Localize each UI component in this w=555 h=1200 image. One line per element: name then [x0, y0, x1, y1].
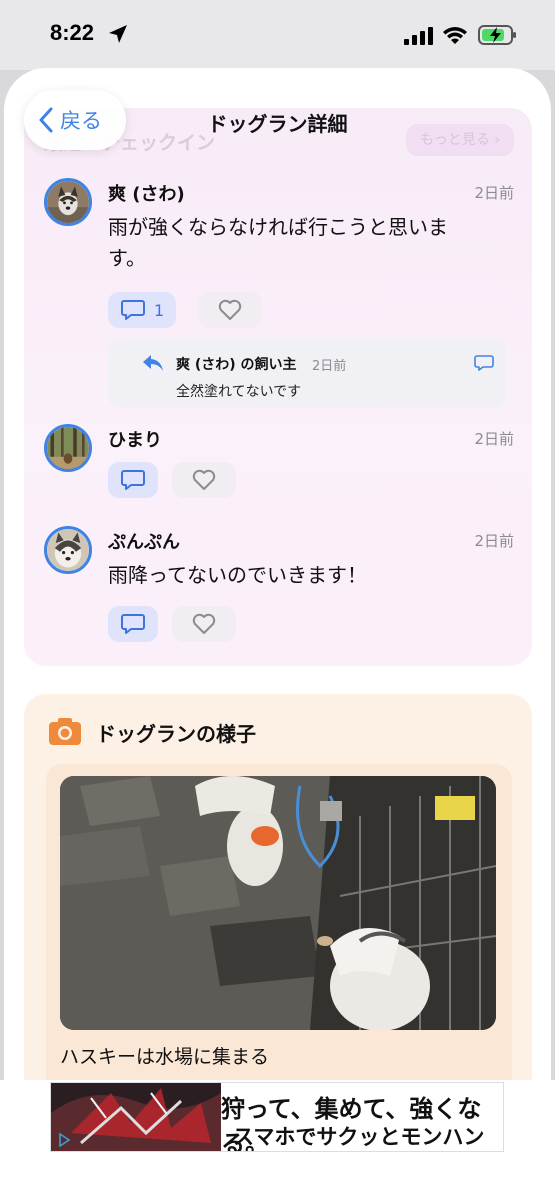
comment-item: ぷんぷん 2日前 雨降ってないのでいきます！ [44, 526, 514, 656]
comment-item: ひまり 2日前 [44, 424, 514, 514]
like-button[interactable] [172, 462, 236, 498]
back-label: 戻る [60, 109, 102, 133]
photo-caption: ハスキーは水場に集まる [60, 1046, 270, 1068]
dog-run-photo[interactable] [60, 776, 496, 1030]
avatar[interactable] [44, 526, 92, 574]
comment-text: 雨が強くならなければ行こうと思います。 [108, 215, 448, 270]
photo-card-title: ドッグランの様子 [96, 722, 256, 746]
heart-icon [192, 613, 216, 634]
reply-arrow-icon [143, 355, 163, 371]
avatar[interactable] [44, 424, 92, 472]
wifi-icon [443, 27, 467, 44]
reply-count: 1 [154, 300, 165, 320]
camera-icon [49, 718, 81, 745]
checkin-card: 最近のチェックイン もっと見る › 爽 (さわ) 2日前 雨が強くならなければ行… [24, 108, 532, 666]
reply-button[interactable] [108, 606, 158, 642]
speech-bubble-icon [121, 300, 145, 320]
ad-choices-icon[interactable] [57, 1133, 71, 1147]
like-button[interactable] [198, 292, 262, 328]
reply-thread[interactable]: 爽 (さわ) の飼い主 2日前 全然塗れてないです [108, 338, 506, 408]
comment-text: 雨降ってないのでいきます！ [108, 563, 367, 587]
heart-icon [192, 469, 216, 490]
reply-author: 爽 (さわ) の飼い主 [176, 357, 297, 373]
location-arrow-icon [109, 25, 127, 43]
photo-post[interactable]: ハスキーは水場に集まる [46, 764, 512, 1104]
comment-time: 2日前 [474, 184, 514, 202]
ad-banner[interactable]: 狩って、集めて、強くなる。 スマホでサクッとモンハン [50, 1082, 504, 1152]
photo-card: ドッグランの様子 ハスキーは水場に集まる [24, 694, 532, 1114]
reply-button[interactable] [108, 462, 158, 498]
speech-bubble-icon[interactable] [474, 354, 494, 372]
battery-charging-icon [478, 25, 516, 45]
reply-text: 全然塗れてないです [176, 384, 302, 400]
like-button[interactable] [172, 606, 236, 642]
heart-icon [218, 299, 242, 320]
comment-author[interactable]: ぷんぷん [108, 528, 180, 554]
status-time: 8:22 [50, 20, 95, 45]
comment-time: 2日前 [474, 430, 514, 448]
speech-bubble-icon [121, 470, 145, 490]
comment-time: 2日前 [474, 532, 514, 550]
status-bar: 8:22 [0, 0, 555, 70]
reply-time: 2日前 [312, 359, 347, 374]
back-button[interactable]: 戻る [24, 90, 126, 150]
ad-monster-artwork [51, 1083, 221, 1151]
cellular-signal-icon [404, 27, 433, 45]
detail-sheet: 最近のチェックイン もっと見る › 爽 (さわ) 2日前 雨が強くならなければ行… [4, 68, 551, 1200]
comment-author[interactable]: 爽 (さわ) [108, 180, 185, 206]
avatar[interactable] [44, 178, 92, 226]
ad-subline: スマホでサクッとモンハン [233, 1124, 485, 1149]
chevron-left-icon [39, 107, 53, 133]
comment-item: 爽 (さわ) 2日前 雨が強くならなければ行こうと思います。 1 爽 (さわ) … [44, 178, 514, 408]
reply-button[interactable]: 1 [108, 292, 177, 328]
speech-bubble-icon [121, 614, 145, 634]
ad-area: 狩って、集めて、強くなる。 スマホでサクッとモンハン [0, 1080, 555, 1200]
comment-author[interactable]: ひまり [108, 426, 162, 452]
